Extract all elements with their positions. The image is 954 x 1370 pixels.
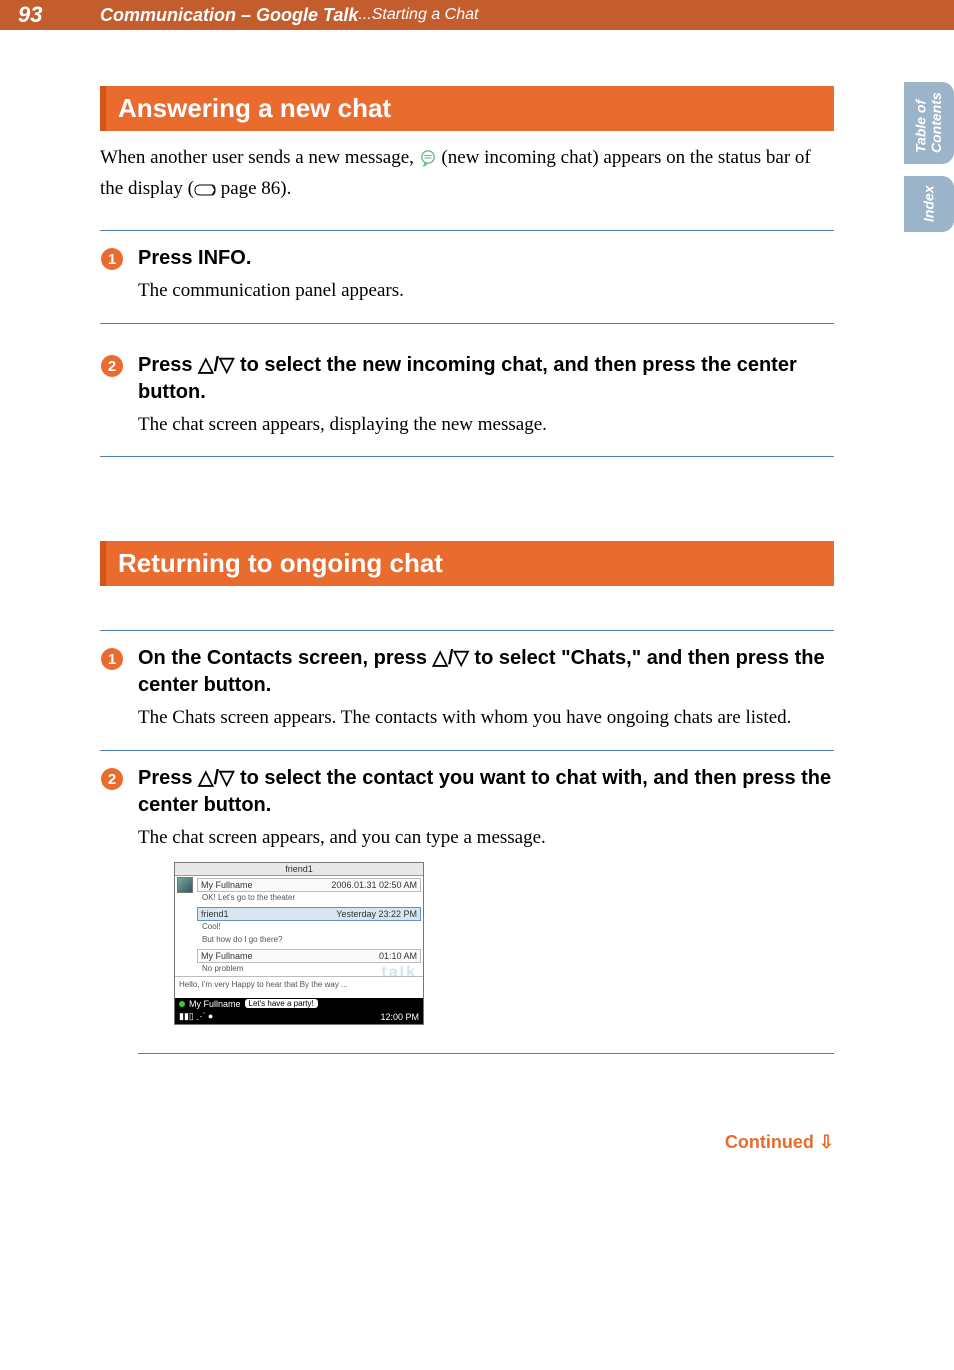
- svg-text:1: 1: [108, 251, 116, 268]
- chat-time: 2006.01.31 02:50 AM: [331, 880, 417, 890]
- chat-message: Cool!: [197, 921, 423, 934]
- chat-time: 01:10 AM: [379, 951, 417, 961]
- chat-screenshot: friend1 My Fullname 2006.01.31 02:50 AM …: [174, 862, 424, 1025]
- section1-step1-title: Press INFO.: [138, 245, 834, 272]
- step-bullet-2b-icon: 2: [100, 767, 124, 791]
- svg-text:2: 2: [108, 771, 116, 788]
- status-bubble: Let's have a party!: [245, 999, 318, 1008]
- section2-step2-title: Press △/▽ to select the contact you want…: [138, 765, 834, 819]
- page-number: 93: [0, 0, 70, 30]
- section2-step2: 2 Press △/▽ to select the contact you wa…: [100, 765, 834, 1072]
- section2-step1: 1 On the Contacts screen, press △/▽ to s…: [100, 645, 834, 751]
- svg-text:2: 2: [108, 358, 116, 375]
- section1-step2: 2 Press △/▽ to select the new incoming c…: [100, 352, 834, 458]
- section2-step1-title: On the Contacts screen, press △/▽ to sel…: [138, 645, 834, 699]
- section2-step2-desc: The chat screen appears, and you can typ…: [138, 825, 834, 852]
- section1-step1: 1 Press INFO. The communication panel ap…: [100, 230, 834, 324]
- chat-window-title: friend1: [175, 863, 423, 876]
- status-name: My Fullname: [189, 999, 241, 1009]
- signal-icon: ▮▮▯ ⋰ ●: [179, 1011, 213, 1022]
- up-down-arrows-icon: △/▽: [198, 354, 234, 376]
- up-down-arrows-icon: △/▽: [198, 767, 234, 789]
- chat-sender: My Fullname: [201, 880, 253, 890]
- section1-intro: When another user sends a new message, (…: [100, 145, 834, 206]
- chat-status-bar: My Fullname Let's have a party!: [175, 998, 423, 1010]
- chat-message: OK! Let's go to the theater: [197, 892, 423, 905]
- svg-text:1: 1: [108, 651, 116, 668]
- header-title-strong: Communication – Google Talk: [100, 5, 358, 26]
- avatar: [177, 877, 193, 893]
- presence-dot-icon: [179, 1001, 185, 1007]
- device-status-bar: ▮▮▯ ⋰ ● 12:00 PM: [175, 1010, 423, 1024]
- section-heading-returning: Returning to ongoing chat: [100, 541, 834, 586]
- section1-step2-desc: The chat screen appears, displaying the …: [138, 412, 834, 439]
- page-content: Answering a new chat When another user s…: [0, 30, 954, 1072]
- clock: 12:00 PM: [380, 1012, 419, 1022]
- section-heading-answering: Answering a new chat: [100, 86, 834, 131]
- chat-row: My Fullname 01:10 AM: [197, 949, 421, 963]
- chat-row: My Fullname 2006.01.31 02:50 AM: [197, 878, 421, 892]
- page-header: 93 Communication – Google Talk ...Starti…: [0, 0, 954, 30]
- step-bullet-2-icon: 2: [100, 354, 124, 378]
- chat-bubble-icon: [419, 149, 437, 176]
- up-down-arrows-icon: △/▽: [433, 647, 469, 669]
- chat-sender: friend1: [201, 909, 229, 919]
- section1-step2-title: Press △/▽ to select the new incoming cha…: [138, 352, 834, 406]
- chat-message: But how do I go there?: [197, 934, 423, 947]
- tab-toc-label: Table ofContents: [914, 93, 945, 154]
- tab-table-of-contents[interactable]: Table ofContents: [904, 82, 954, 164]
- chat-time: Yesterday 23:22 PM: [336, 909, 417, 919]
- tab-index[interactable]: Index: [904, 176, 954, 232]
- side-tabs: Table ofContents Index: [904, 82, 954, 232]
- chat-message: No problem: [197, 963, 423, 976]
- arrow-down-icon: ⇩: [819, 1132, 834, 1152]
- step-bullet-1b-icon: 1: [100, 647, 124, 671]
- header-title-rest: ...Starting a Chat: [358, 6, 478, 24]
- chat-message-list: My Fullname 2006.01.31 02:50 AM OK! Let'…: [175, 878, 423, 976]
- chat-input-area[interactable]: Hello, I'm very Happy to hear that By th…: [175, 976, 423, 998]
- pointer-hand-icon: [194, 180, 216, 207]
- continued-indicator: Continued ⇩: [0, 1132, 834, 1153]
- section1-step1-desc: The communication panel appears.: [138, 278, 834, 305]
- section2-step1-desc: The Chats screen appears. The contacts w…: [138, 705, 834, 732]
- tab-index-label: Index: [921, 186, 936, 223]
- step-bullet-1-icon: 1: [100, 247, 124, 271]
- chat-sender: My Fullname: [201, 951, 253, 961]
- chat-row: friend1 Yesterday 23:22 PM: [197, 907, 421, 921]
